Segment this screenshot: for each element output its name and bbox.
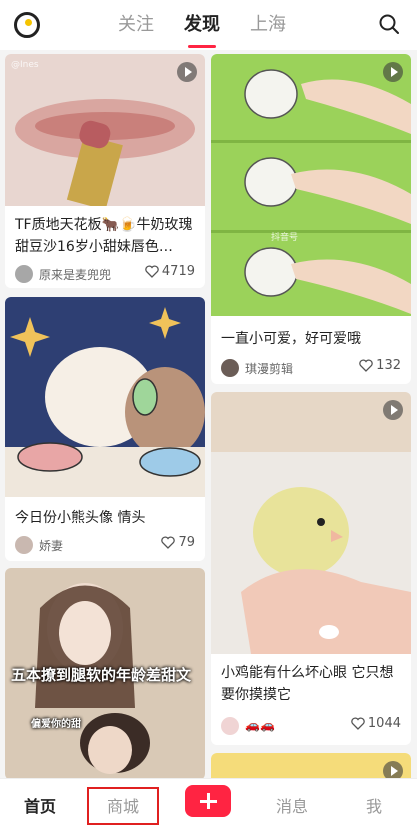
author-avatar[interactable] — [221, 717, 239, 735]
like-button[interactable]: 79 — [161, 535, 195, 550]
card-image — [5, 297, 205, 497]
logo-dot — [25, 19, 32, 26]
tab-discover[interactable]: 发现 — [184, 12, 220, 48]
card-title: 今日份小熊头像 情头 — [15, 510, 146, 526]
tab-local[interactable]: 上海 — [250, 12, 286, 42]
author-name[interactable]: 娇妻 — [39, 537, 63, 554]
card-image — [211, 54, 411, 316]
feed-card-chick[interactable]: 小鸡能有什么坏心眼 它只想要你摸摸它 🚗🚗 1044 — [211, 392, 411, 745]
heart-icon — [145, 265, 159, 278]
card-title: 小鸡能有什么坏心眼 它只想要你摸摸它 — [221, 665, 394, 703]
author-avatar[interactable] — [15, 536, 33, 554]
author-avatar[interactable] — [15, 265, 33, 283]
video-play-icon — [383, 761, 403, 778]
search-icon[interactable] — [379, 14, 399, 34]
bottom-nav: 首页 商城 消息 我 — [0, 778, 417, 831]
tab-following[interactable]: 关注 — [118, 12, 154, 42]
feed-card-novel[interactable]: 五本撩到腿软的年龄差甜文 偏爱你的甜 — [5, 568, 205, 778]
image-watermark: 抖音号 — [271, 233, 299, 243]
app-logo[interactable] — [14, 12, 40, 38]
like-button[interactable]: 1044 — [351, 716, 401, 731]
card-image — [211, 392, 411, 654]
card-image — [211, 753, 411, 778]
header-tabs: 关注 发现 上海 — [118, 12, 286, 48]
heart-icon — [359, 359, 373, 372]
nav-shop[interactable]: 商城 — [107, 793, 139, 817]
heart-icon — [351, 717, 365, 730]
feed-card-lipstick[interactable]: @Ines TF质地天花板🐂🍺牛奶玫瑰甜豆沙16岁小甜妹唇色… 原来是麦兜兜 4… — [5, 54, 205, 288]
like-count: 4719 — [161, 264, 195, 279]
feed-card-bear[interactable]: 今日份小熊头像 情头 娇妻 79 — [5, 297, 205, 561]
image-watermark: @Ines — [11, 60, 39, 70]
author-name[interactable]: 🚗🚗 — [245, 718, 275, 732]
nav-messages[interactable]: 消息 — [276, 793, 308, 817]
card-meta: 🚗🚗 1044 — [221, 716, 401, 736]
like-count: 79 — [178, 535, 195, 550]
author-name[interactable]: 琪漫剪辑 — [245, 360, 293, 377]
like-button[interactable]: 132 — [359, 358, 401, 373]
author-avatar[interactable] — [221, 359, 239, 377]
video-play-icon — [383, 62, 403, 82]
card-meta: 琪漫剪辑 132 — [221, 358, 401, 378]
feed: @Ines TF质地天花板🐂🍺牛奶玫瑰甜豆沙16岁小甜妹唇色… 原来是麦兜兜 4… — [0, 50, 417, 778]
like-button[interactable]: 4719 — [145, 264, 195, 279]
like-count: 1044 — [367, 716, 401, 731]
card-meta: 原来是麦兜兜 4719 — [15, 264, 195, 284]
heart-icon — [161, 536, 176, 549]
feed-card-partial[interactable] — [211, 753, 411, 778]
card-meta: 娇妻 79 — [15, 535, 195, 555]
image-subcaption: 偏爱你的甜 — [31, 719, 81, 730]
card-title: 一直小可爱，好可爱哦 — [221, 331, 361, 347]
card-title: TF质地天花板🐂🍺牛奶玫瑰甜豆沙16岁小甜妹唇色… — [15, 217, 193, 255]
video-play-icon — [177, 62, 197, 82]
plus-icon[interactable] — [185, 785, 231, 817]
author-name[interactable]: 原来是麦兜兜 — [39, 266, 111, 283]
video-play-icon — [383, 400, 403, 420]
nav-me[interactable]: 我 — [366, 793, 382, 817]
top-bar: 关注 发现 上海 — [0, 0, 417, 50]
like-count: 132 — [376, 358, 401, 373]
nav-home[interactable]: 首页 — [24, 793, 56, 817]
feed-card-cartoon[interactable]: 抖音号 一直小可爱，好可爱哦 琪漫剪辑 132 — [211, 54, 411, 384]
card-image — [5, 54, 205, 206]
image-caption: 五本撩到腿软的年龄差甜文 — [11, 666, 192, 684]
